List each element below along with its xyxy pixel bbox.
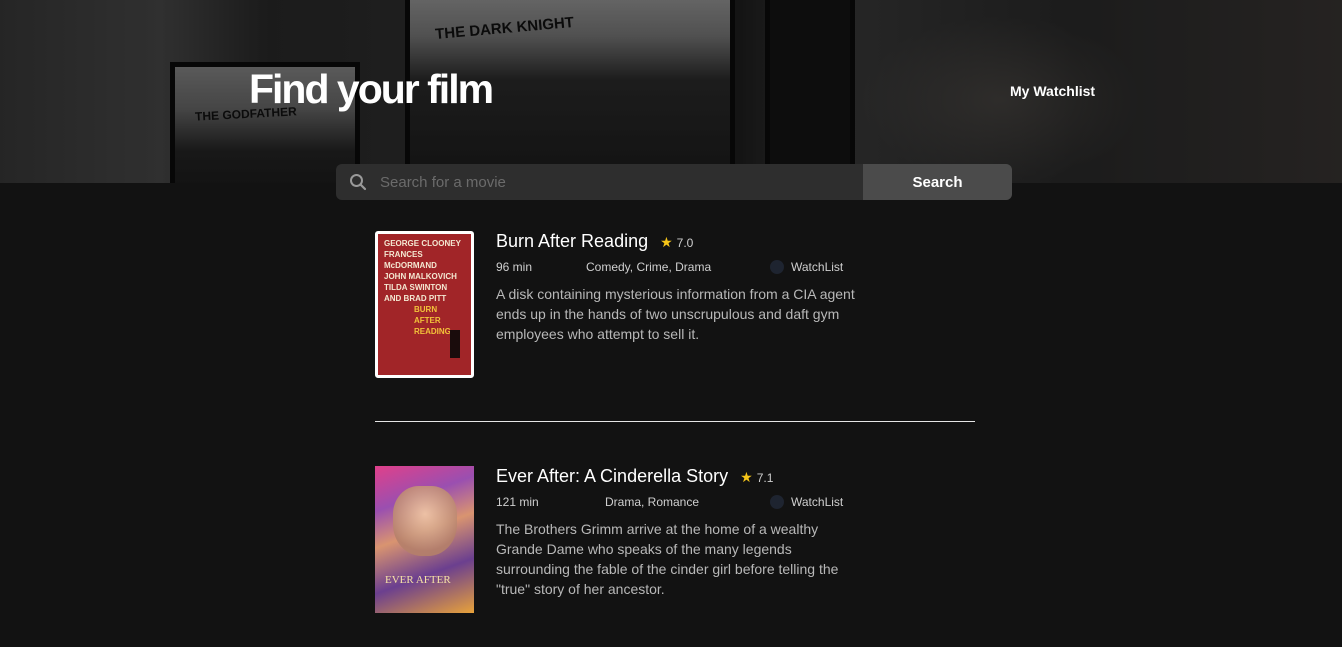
plus-icon: [770, 260, 784, 274]
watchlist-label: WatchList: [791, 495, 844, 509]
search-button[interactable]: Search: [863, 164, 1012, 200]
poster-figure: [450, 330, 460, 358]
poster-line: EVER AFTER: [385, 574, 451, 586]
add-to-watchlist-button[interactable]: WatchList: [770, 495, 843, 509]
search-icon: [336, 164, 380, 200]
page-title: Find your film: [249, 66, 494, 112]
poster-face: [393, 486, 457, 556]
movie-runtime: 121 min: [496, 495, 539, 509]
movie-plot: The Brothers Grimm arrive at the home of…: [496, 521, 839, 597]
star-icon: ★: [660, 234, 673, 250]
poster-line: FRANCES McDORMAND: [384, 250, 437, 270]
movie-runtime: 96 min: [496, 260, 533, 274]
watchlist-label: WatchList: [791, 260, 844, 274]
poster-line: JOHN MALKOVICH: [384, 272, 457, 281]
movie-plot: A disk containing mysterious information…: [496, 286, 855, 342]
hero-banner: THE GODFATHER THE DARK KNIGHT Find your …: [0, 0, 1342, 183]
movie-rating: 7.1: [756, 471, 774, 485]
movie-rating: 7.0: [676, 236, 694, 250]
movie-info: Ever After: A Cinderella Story ★ 7.1 121…: [496, 466, 856, 599]
search-input[interactable]: [380, 164, 863, 200]
poster-line: GEORGE CLOONEY: [384, 239, 461, 248]
plus-icon: [770, 495, 784, 509]
add-to-watchlist-button[interactable]: WatchList: [770, 260, 843, 274]
movie-genres: Comedy, Crime, Drama: [586, 260, 712, 274]
movie-poster[interactable]: GEORGE CLOONEY FRANCES McDORMAND JOHN MA…: [375, 231, 474, 378]
star-icon: ★: [740, 469, 753, 485]
divider: [375, 421, 975, 422]
my-watchlist-link[interactable]: My Watchlist: [1010, 83, 1095, 99]
poster-line: BURN AFTER READING: [414, 305, 451, 336]
hero-overlay: [0, 0, 1342, 183]
movie-title[interactable]: Burn After Reading: [496, 231, 648, 252]
search-bar: Search: [336, 164, 1012, 200]
poster-line: AND BRAD PITT: [384, 294, 447, 303]
movie-genres: Drama, Romance: [605, 495, 700, 509]
poster-line: TILDA SWINTON: [384, 283, 448, 292]
movie-title[interactable]: Ever After: A Cinderella Story: [496, 466, 728, 487]
movie-poster[interactable]: EVER AFTER: [375, 466, 474, 613]
movie-info: Burn After Reading ★ 7.0 96 min Comedy, …: [496, 231, 856, 344]
